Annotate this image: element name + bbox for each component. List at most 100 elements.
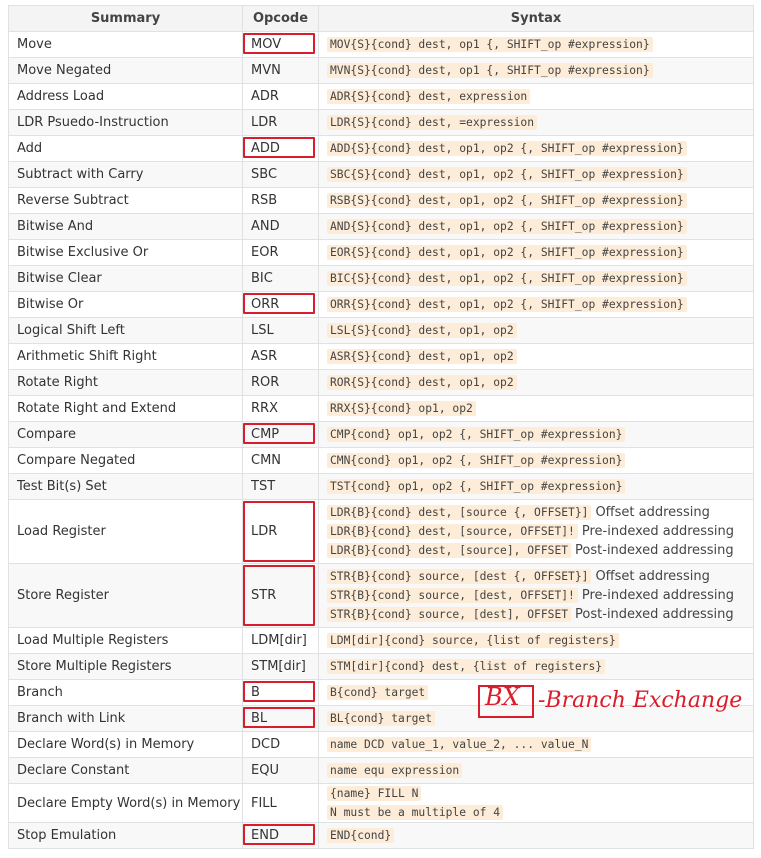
table-row: LDR Psuedo-Instruction LDR LDR{S}{cond} de…: [8, 109, 754, 136]
syntax-cell: CMN{cond} op1, op2 {, SHIFT_op #expressi…: [318, 447, 754, 474]
table-row: Load Multiple Registers LDM[dir] LDM[dir]{…: [8, 627, 754, 654]
table-row: Bitwise Clear BIC BIC{S}{cond} dest, op1, …: [8, 265, 754, 292]
opcode-text: CMN: [251, 453, 282, 468]
opcode-cell: CMP: [242, 421, 319, 448]
table-row: Move MOV MOV{S}{cond} dest, op1 {, SHIFT_o…: [8, 31, 754, 58]
opcode-cell: ADR: [242, 83, 319, 110]
header-opcode: Opcode: [242, 5, 319, 32]
opcode-cell: ADD: [242, 135, 319, 162]
syntax-cell: LDM[dir]{cond} source, {list of register…: [318, 627, 754, 654]
syntax-line: STR{B}{cond} source, [dest {, OFFSET}] Of…: [327, 567, 753, 586]
syntax-cell: ADD{S}{cond} dest, op1, op2 {, SHIFT_op …: [318, 135, 754, 162]
opcode-text: EQU: [251, 763, 279, 778]
opcode-cell: RSB: [242, 187, 319, 214]
addressing-mode-label: Offset addressing: [595, 569, 710, 584]
syntax-code: LDR{B}{cond} dest, [source, OFFSET]!: [327, 524, 578, 539]
syntax-line: LDR{B}{cond} dest, [source, OFFSET]! Pre-…: [327, 522, 753, 541]
opcode-cell: FILL: [242, 783, 319, 823]
syntax-cell: ORR{S}{cond} dest, op1, op2 {, SHIFT_op …: [318, 291, 754, 318]
opcode-cell: SBC: [242, 161, 319, 188]
summary-cell: Bitwise And: [8, 213, 243, 240]
table-row: Logical Shift Left LSL LSL{S}{cond} dest, …: [8, 317, 754, 344]
syntax-line: ASR{S}{cond} dest, op1, op2: [327, 349, 517, 364]
syntax-cell: CMP{cond} op1, op2 {, SHIFT_op #expressi…: [318, 421, 754, 448]
syntax-line: TST{cond} op1, op2 {, SHIFT_op #expressi…: [327, 479, 626, 494]
opcode-text: LDM[dir]: [251, 633, 307, 648]
highlight-box: [243, 681, 315, 702]
syntax-line: {name} FILL N: [327, 784, 753, 803]
summary-cell: Add: [8, 135, 243, 162]
syntax-code: STM[dir]{cond} dest, {list of registers}: [327, 659, 606, 674]
summary-cell: Branch with Link: [8, 705, 243, 732]
syntax-code: EOR{S}{cond} dest, op1, op2 {, SHIFT_op …: [327, 245, 687, 260]
opcode-cell: AND: [242, 213, 319, 240]
syntax-line: STR{B}{cond} source, [dest, OFFSET]! Pre-…: [327, 586, 753, 605]
table-row: Declare Constant EQU name equ expression: [8, 757, 754, 784]
syntax-cell: LDR{B}{cond} dest, [source {, OFFSET}] Of…: [318, 499, 754, 564]
opcode-cell: END: [242, 822, 319, 849]
opcode-cell: STR: [242, 563, 319, 628]
syntax-line: LDR{S}{cond} dest, =expression: [327, 115, 538, 130]
syntax-cell: ROR{S}{cond} dest, op1, op2: [318, 369, 754, 396]
syntax-line: LSL{S}{cond} dest, op1, op2: [327, 323, 517, 338]
opcode-text: STM[dir]: [251, 659, 306, 674]
syntax-code: LDM[dir]{cond} source, {list of register…: [327, 633, 619, 648]
syntax-code: LDR{B}{cond} dest, [source], OFFSET: [327, 543, 572, 558]
opcode-text: DCD: [251, 737, 281, 752]
table-row: Stop Emulation END END{cond}: [8, 822, 754, 849]
syntax-line: EOR{S}{cond} dest, op1, op2 {, SHIFT_op …: [327, 245, 687, 260]
syntax-cell: RSB{S}{cond} dest, op1, op2 {, SHIFT_op …: [318, 187, 754, 214]
syntax-cell: BIC{S}{cond} dest, op1, op2 {, SHIFT_op …: [318, 265, 754, 292]
syntax-code: MOV{S}{cond} dest, op1 {, SHIFT_op #expr…: [327, 37, 653, 52]
instruction-table: Summary Opcode Syntax Move MOV MOV{S}{cond…: [8, 5, 754, 849]
syntax-code: SBC{S}{cond} dest, op1, op2 {, SHIFT_op …: [327, 167, 687, 182]
syntax-code: RSB{S}{cond} dest, op1, op2 {, SHIFT_op …: [327, 193, 687, 208]
opcode-text: MVN: [251, 63, 281, 78]
syntax-line: ADD{S}{cond} dest, op1, op2 {, SHIFT_op …: [327, 141, 687, 156]
opcode-cell: EQU: [242, 757, 319, 784]
syntax-line: CMP{cond} op1, op2 {, SHIFT_op #expressi…: [327, 427, 626, 442]
opcode-cell: MOV: [242, 31, 319, 58]
syntax-code: CMP{cond} op1, op2 {, SHIFT_op #expressi…: [327, 427, 626, 442]
header-row: Summary Opcode Syntax: [8, 5, 754, 32]
syntax-code: END{cond}: [327, 828, 395, 843]
annotation-boxed-text: BX: [485, 683, 520, 711]
table-row: Store Register STR STR{B}{cond} source, [d…: [8, 563, 754, 628]
addressing-mode-label: Pre-indexed addressing: [581, 524, 734, 539]
syntax-code: STR{B}{cond} source, [dest, OFFSET]!: [327, 588, 578, 603]
addressing-mode-label: Post-indexed addressing: [575, 543, 734, 558]
syntax-code: TST{cond} op1, op2 {, SHIFT_op #expressi…: [327, 479, 626, 494]
table-row: Arithmetic Shift Right ASR ASR{S}{cond} de…: [8, 343, 754, 370]
syntax-code: {name} FILL N: [327, 786, 422, 801]
table-row: Rotate Right and Extend RRX RRX{S}{cond} o…: [8, 395, 754, 422]
syntax-code: AND{S}{cond} dest, op1, op2 {, SHIFT_op …: [327, 219, 687, 234]
syntax-line: LDM[dir]{cond} source, {list of register…: [327, 633, 619, 648]
syntax-code: B{cond} target: [327, 685, 429, 700]
summary-cell: Logical Shift Left: [8, 317, 243, 344]
opcode-text: FILL: [251, 795, 277, 811]
syntax-code: N must be a multiple of 4: [327, 805, 504, 820]
highlight-box: [243, 137, 315, 158]
table-row: Address Load ADR ADR{S}{cond} dest, expres…: [8, 83, 754, 110]
table-row: Compare CMP CMP{cond} op1, op2 {, SHIFT_op…: [8, 421, 754, 448]
highlight-box: [243, 824, 315, 845]
opcode-cell: LDR: [242, 109, 319, 136]
syntax-line: AND{S}{cond} dest, op1, op2 {, SHIFT_op …: [327, 219, 687, 234]
table-row: Declare Empty Word(s) in Memory FILL {name…: [8, 783, 754, 823]
summary-cell: Bitwise Exclusive Or: [8, 239, 243, 266]
table-body: Move MOV MOV{S}{cond} dest, op1 {, SHIFT_o…: [8, 31, 754, 849]
syntax-cell: EOR{S}{cond} dest, op1, op2 {, SHIFT_op …: [318, 239, 754, 266]
syntax-line: name DCD value_1, value_2, ... value_N: [327, 737, 592, 752]
table-row: Bitwise Exclusive Or EOR EOR{S}{cond} dest…: [8, 239, 754, 266]
summary-cell: Move Negated: [8, 57, 243, 84]
addressing-mode-label: Pre-indexed addressing: [581, 588, 734, 603]
opcode-text: ROR: [251, 375, 280, 390]
summary-cell: Load Multiple Registers: [8, 627, 243, 654]
summary-cell: Address Load: [8, 83, 243, 110]
table-row: Subtract with Carry SBC SBC{S}{cond} dest,…: [8, 161, 754, 188]
syntax-line: B{cond} target: [327, 685, 429, 700]
opcode-cell: BIC: [242, 265, 319, 292]
syntax-line: name equ expression: [327, 763, 463, 778]
summary-cell: Bitwise Clear: [8, 265, 243, 292]
summary-cell: Rotate Right: [8, 369, 243, 396]
